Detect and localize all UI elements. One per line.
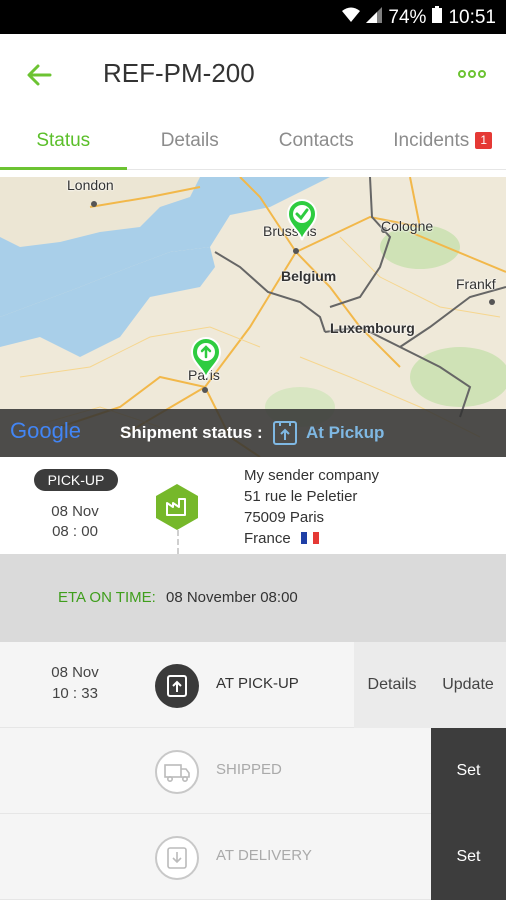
step-time: 10 : 33 [52,685,98,702]
tab-status[interactable]: Status [0,116,127,170]
address-country: France [244,530,291,547]
tab-bar: Status Details Contacts Incidents 1 [0,116,506,170]
timeline-connector [177,530,179,554]
tab-contacts[interactable]: Contacts [253,116,380,169]
step-at-delivery: AT DELIVERY Set [0,814,506,900]
battery-percent: 74% [388,6,427,28]
address-company: My sender company [244,467,380,484]
truck-icon [164,764,190,782]
address-street: 51 rue le Peletier [244,488,358,505]
map-label-luxembourg: Luxembourg [330,320,415,336]
set-shipped-button[interactable]: Set [431,728,506,814]
pickup-marker-icon[interactable] [190,337,222,379]
map-label-frankfurt: Frankf [456,276,496,292]
map-label-belgium: Belgium [281,268,337,284]
more-menu-button[interactable] [458,66,486,82]
address-country-line: France [244,528,379,549]
shipment-status-label: Shipment status : [120,423,263,442]
clock: 10:51 [448,6,496,28]
tab-details-label: Details [160,130,219,151]
pickup-badge: PICK-UP [34,469,118,491]
tab-status-label: Status [36,130,91,151]
eta-value: 08 November 08:00 [166,589,298,606]
map-label-london: London [67,177,114,193]
eta-label: ETA ON TIME: [58,589,156,606]
google-logo-text: Google [10,418,81,443]
step-date: 08 Nov [51,664,99,681]
factory-icon [156,484,198,530]
delivery-marker-icon[interactable] [286,199,318,241]
battery-icon [432,6,443,29]
tab-contacts-label: Contacts [278,130,354,151]
eta-section: ETA ON TIME: 08 November 08:00 [0,554,506,642]
step-at-pickup: 08 Nov 10 : 33 AT PICK-UP Details Update [0,642,506,728]
tab-details[interactable]: Details [127,116,254,169]
pickup-date: 08 Nov [51,503,99,520]
update-button[interactable]: Update [430,642,506,728]
shipment-status-value: At Pickup [306,423,385,442]
tab-incidents-label: Incidents [393,130,470,151]
google-logo: Google [10,418,81,444]
signal-icon [366,6,383,29]
step-label: AT PICK-UP [216,675,299,692]
box-upload-icon [273,421,297,445]
tab-incidents[interactable]: Incidents 1 [380,116,506,169]
details-button[interactable]: Details [354,642,430,728]
set-delivery-button[interactable]: Set [431,814,506,900]
france-flag-icon [300,532,319,544]
page-title: REF-PM-200 [103,58,255,88]
back-button[interactable] [24,60,54,90]
box-upload-icon [167,675,187,697]
step-label: SHIPPED [216,761,282,778]
pickup-time: 08 : 00 [52,523,98,540]
address-city: 75009 Paris [244,509,325,526]
status-bar: 74% 10:51 [0,0,506,34]
step-shipped: SHIPPED Set [0,728,506,814]
box-download-icon [167,847,187,869]
step-label: AT DELIVERY [216,847,312,864]
at-pickup-status-icon [155,664,199,708]
at-delivery-status-icon [155,836,199,880]
incidents-count-badge: 1 [475,132,493,149]
more-dots-icon [458,70,486,78]
shipment-status-bar: Google Shipment status : At Pickup [0,409,506,457]
app-bar: REF-PM-200 [0,34,506,116]
pickup-section: PICK-UP 08 Nov 08 : 00 My sender company… [0,457,506,554]
map-label-cologne: Cologne [381,218,434,234]
pickup-address: My sender company 51 rue le Peletier 750… [244,465,379,549]
arrow-left-icon [27,64,52,86]
shipped-status-icon [155,750,199,794]
wifi-icon [342,7,361,29]
